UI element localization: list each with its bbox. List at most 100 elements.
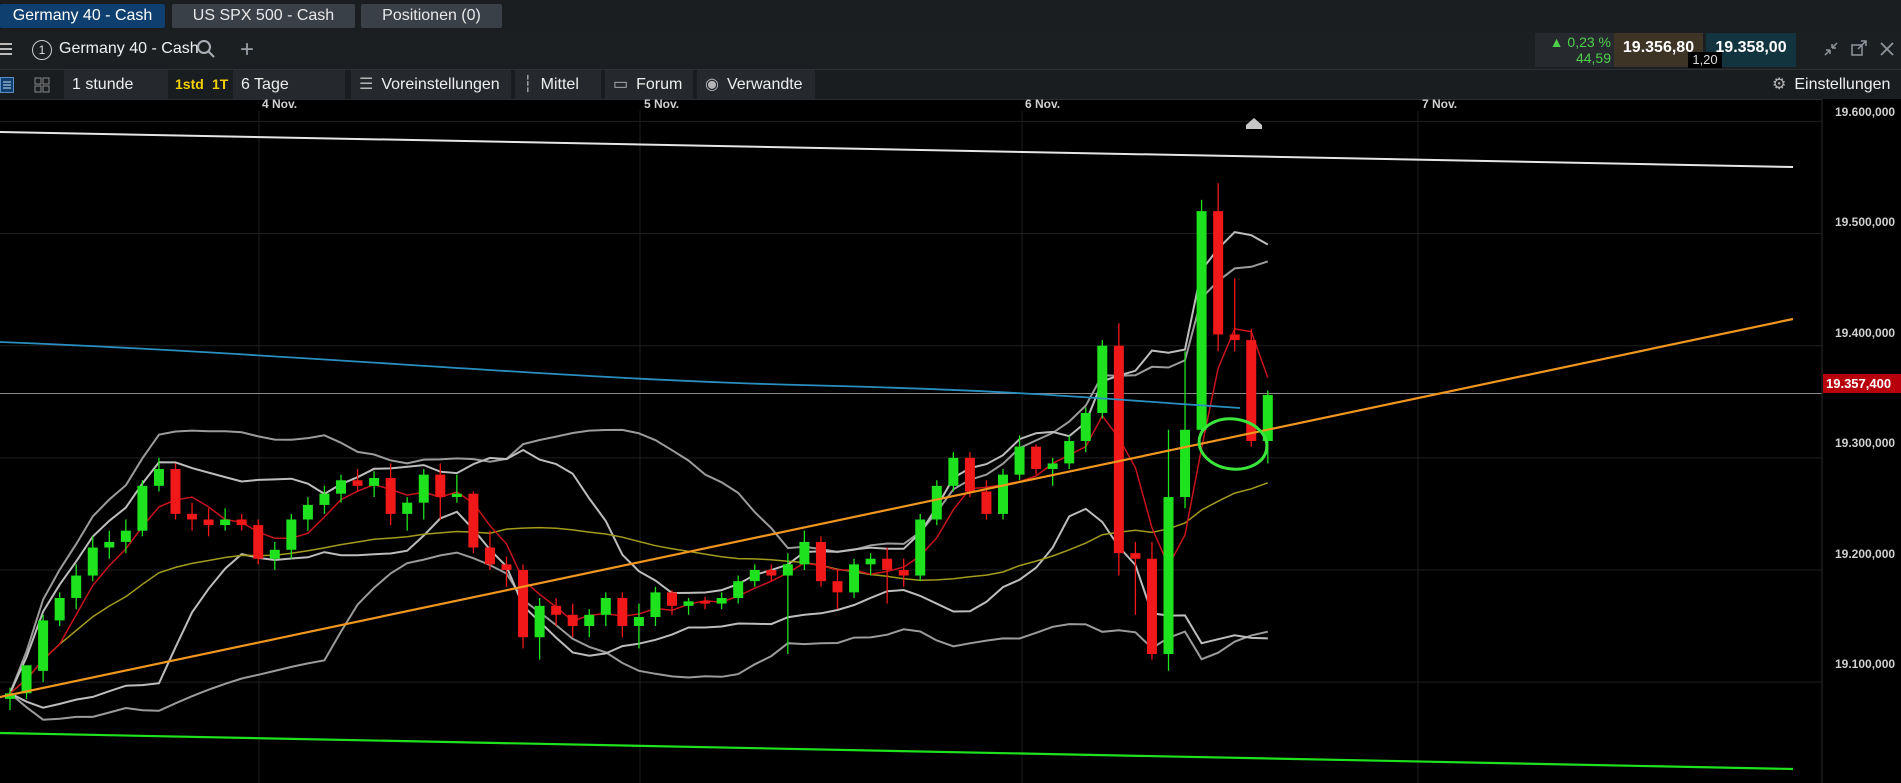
price-tick: 19.600,000 [1835, 105, 1895, 119]
related-button[interactable]: ◉ Verwandte [697, 70, 815, 99]
candle-body [269, 549, 280, 559]
candle-body [1196, 211, 1207, 430]
candle-body [667, 592, 677, 606]
candle-body [153, 469, 164, 486]
price-chart[interactable]: 4 Nov. 5 Nov. 6 Nov. 7 Nov. 19.600,000 1… [0, 99, 1901, 783]
price-change-box: ▲ 0,23 % 44,59 [1535, 33, 1615, 67]
candle-body [435, 474, 446, 498]
candle-body [1130, 553, 1141, 559]
layout-grid-icon[interactable] [34, 77, 50, 93]
candle-body [352, 480, 363, 486]
average-button[interactable]: ┆ Mittel [515, 70, 601, 99]
candle-body [170, 469, 181, 514]
candle-body [1064, 441, 1075, 464]
price-tick: 19.100,000 [1835, 657, 1895, 671]
candle-body [1146, 558, 1157, 655]
instrument-tabs: Germany 40 - Cash US SPX 500 - Cash Posi… [0, 0, 1901, 32]
long-moving-average-line [0, 341, 1241, 409]
interval-1std-button[interactable]: 1std [171, 70, 208, 99]
tab-positionen[interactable]: Positionen (0) [361, 4, 502, 28]
presets-label: Voreinstellungen [381, 76, 500, 93]
candle-body [551, 605, 562, 615]
candle-body [236, 519, 247, 526]
related-label: Verwandte [726, 76, 803, 93]
candle-body [38, 620, 49, 671]
candle-body [799, 541, 810, 565]
chart-canvas[interactable]: 4 Nov. 5 Nov. 6 Nov. 7 Nov. 19.600,000 1… [0, 99, 1901, 783]
support-trendline [0, 317, 1794, 699]
candle-body [617, 597, 628, 627]
resistance-trendline [0, 131, 1794, 168]
candle-body [865, 558, 876, 565]
candle-body [418, 474, 429, 503]
chart-options-bar: 1 stunde 1std 1T 6 Tage ☰ Voreinstellunge… [0, 70, 1901, 100]
candle-body [1031, 446, 1042, 470]
price-tick: 19.500,000 [1835, 215, 1895, 229]
candle-body [600, 597, 611, 615]
candle-body [253, 525, 264, 559]
change-percent: 0,23 % [1567, 34, 1611, 50]
candle-body [815, 541, 826, 582]
date-label: 6 Nov. [1025, 99, 1060, 111]
candle-body [882, 558, 893, 570]
candle-body [948, 457, 959, 486]
candle-body [915, 519, 926, 576]
candle-body [120, 530, 131, 542]
chart-grid [0, 111, 1822, 783]
candle-body [733, 581, 744, 598]
candle-body [964, 457, 975, 492]
candle-body [1047, 463, 1058, 470]
presets-button[interactable]: ☰ Voreinstellungen [351, 70, 511, 99]
instrument-name: Germany 40 - Cash [59, 40, 199, 57]
candle-body [534, 605, 545, 638]
candle-body [71, 575, 82, 598]
eye-icon: ◉ [705, 76, 719, 93]
popout-icon[interactable] [1850, 40, 1868, 58]
sliders-icon: ☰ [359, 76, 374, 93]
candle-body [584, 614, 595, 627]
price-axis: 19.600,000 19.500,000 19.400,000 19.300,… [1821, 99, 1901, 783]
candle-body [898, 569, 909, 576]
candle-body [220, 519, 231, 526]
spread-value: 1,20 [1688, 52, 1722, 68]
candle-body [87, 547, 98, 576]
current-price-marker: 19.357,400 [1823, 374, 1901, 393]
list-view-icon[interactable] [0, 77, 14, 93]
settings-label: Einstellungen [1794, 76, 1891, 93]
candle-body [700, 601, 711, 604]
home-marker-icon[interactable] [1246, 118, 1262, 129]
candle-body [336, 480, 346, 494]
collapse-icon[interactable] [1822, 40, 1840, 58]
settings-button[interactable]: ⚙ Einstellungen [1764, 70, 1901, 99]
candle-body [1213, 211, 1224, 335]
tab-germany-40[interactable]: Germany 40 - Cash [0, 4, 165, 28]
price-tick: 19.400,000 [1835, 326, 1895, 340]
candle-body [137, 485, 148, 531]
date-axis: 4 Nov. 5 Nov. 6 Nov. 7 Nov. [262, 99, 1457, 111]
range-select[interactable]: 6 Tage [233, 70, 345, 99]
candle-body [21, 665, 32, 694]
candlestick-icon: ┆ [523, 76, 533, 93]
candle-body [187, 513, 198, 520]
lower-trendline [0, 731, 1794, 771]
interval-select[interactable]: 1 stunde [64, 70, 168, 99]
candle-body [402, 502, 413, 514]
candle-body [981, 491, 992, 514]
candle-body [286, 519, 297, 550]
candle-body [766, 569, 777, 576]
hamburger-menu-icon[interactable] [0, 40, 12, 58]
forum-button[interactable]: ▭ Forum [605, 70, 693, 99]
search-icon[interactable] [196, 39, 216, 59]
candle-body [1113, 345, 1124, 554]
close-icon[interactable] [1878, 40, 1896, 58]
candle-body [1080, 412, 1091, 441]
up-arrow-icon: ▲ [1549, 34, 1564, 50]
tab-us-spx-500[interactable]: US SPX 500 - Cash [172, 4, 355, 28]
candle-body [849, 564, 860, 593]
forum-label: Forum [636, 76, 683, 93]
candle-body [931, 485, 942, 520]
add-tab-button[interactable]: + [240, 36, 254, 64]
chat-bubble-icon: ▭ [613, 76, 629, 93]
interval-1t-button[interactable]: 1T [208, 70, 233, 99]
candle-body [782, 564, 793, 576]
